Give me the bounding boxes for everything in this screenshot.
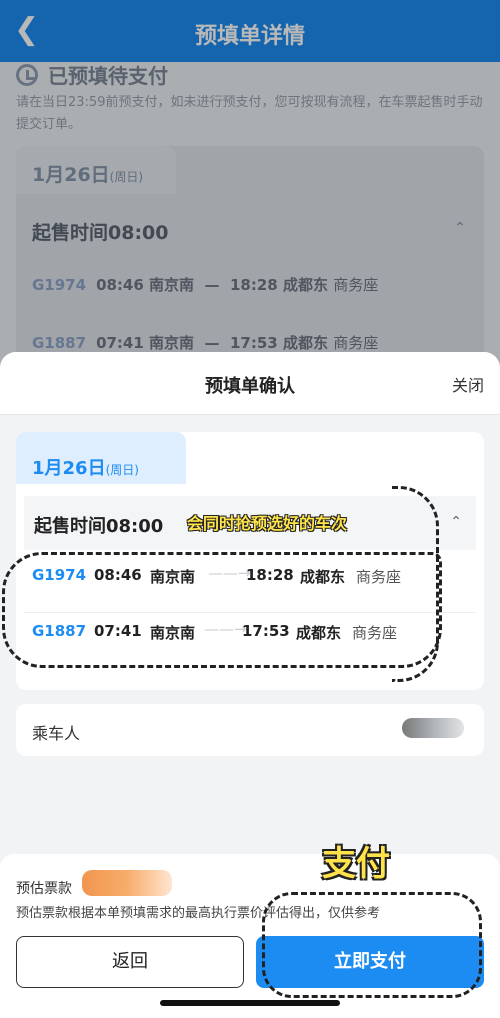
order-date: 1月26日(周日) xyxy=(32,458,139,479)
redacted-passenger-name xyxy=(402,718,464,738)
estimate-label: 预估票款 xyxy=(16,881,72,897)
annotation-dashed-arrow xyxy=(392,486,439,682)
annotation-dashed-outline xyxy=(2,552,442,668)
home-indicator[interactable] xyxy=(160,1000,340,1006)
passenger-row[interactable]: 乘车人 xyxy=(16,704,484,756)
pay-dashed-outline xyxy=(262,892,482,998)
sheet-header: 预填单确认 关闭 xyxy=(0,352,500,415)
sheet-title: 预填单确认 xyxy=(205,376,295,397)
back-button[interactable]: 返回 xyxy=(16,936,244,988)
close-button[interactable]: 关闭 xyxy=(452,372,484,396)
annotation-text: 会同时抢预选好的车次 xyxy=(187,514,348,533)
chevron-up-icon[interactable]: ⌃ xyxy=(450,514,462,530)
passenger-label: 乘车人 xyxy=(32,724,81,743)
sale-time: 起售时间08:00 xyxy=(34,516,164,537)
pay-annotation: 支付 xyxy=(322,844,390,884)
redacted-amount xyxy=(82,870,172,896)
